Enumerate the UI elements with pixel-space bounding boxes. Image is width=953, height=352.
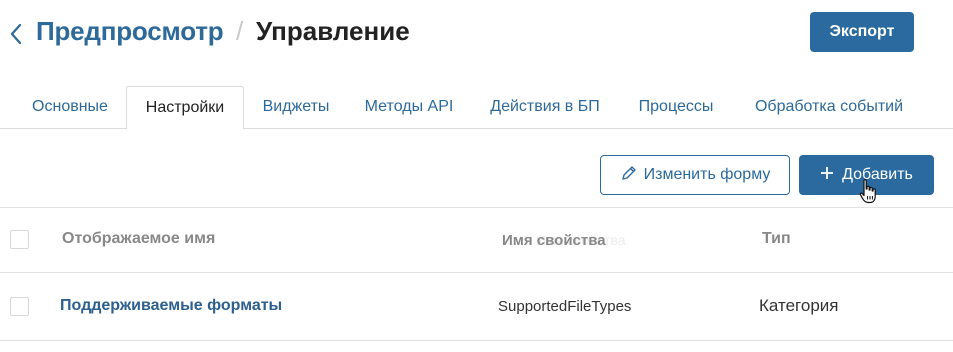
column-property-name[interactable]: Имя свойства (502, 232, 606, 249)
tab-settings[interactable]: Настройки (126, 86, 244, 129)
breadcrumb-separator: / (236, 16, 244, 46)
tab-bp-actions[interactable]: Действия в БП (476, 86, 614, 128)
page-header: Предпросмотр / Управление Экспорт (0, 0, 953, 70)
row-property-name: SupportedFileTypes (498, 298, 632, 315)
tab-event-handling[interactable]: Обработка событий (738, 86, 920, 128)
tab-processes[interactable]: Процессы (624, 86, 728, 128)
column-type[interactable]: Тип (762, 230, 791, 248)
add-label: Добавить (842, 166, 913, 183)
pencil-icon (620, 164, 638, 187)
row-checkbox[interactable] (10, 297, 29, 316)
row-type: Категория (759, 296, 839, 315)
row-display-name[interactable]: Поддерживаемые форматы (60, 297, 282, 315)
plus-icon (820, 166, 834, 185)
tab-main[interactable]: Основные (18, 86, 122, 128)
breadcrumb-parent[interactable]: Предпросмотр (36, 16, 224, 47)
edit-form-label: Изменить форму (643, 166, 771, 183)
tab-api-methods[interactable]: Методы API (352, 86, 466, 128)
tab-widgets[interactable]: Виджеты (250, 86, 342, 128)
toolbar: Изменить форму Добавить (0, 129, 953, 208)
add-button[interactable]: Добавить (799, 155, 934, 195)
tab-bar: Основные Настройки Виджеты Методы API Де… (0, 86, 953, 129)
chevron-left-icon[interactable] (8, 20, 24, 48)
table-row[interactable]: Поддерживаемые форматы SupportedFileType… (0, 273, 953, 341)
select-all-checkbox[interactable] (10, 230, 29, 249)
export-button[interactable]: Экспорт (810, 12, 914, 52)
column-display-name[interactable]: Отображаемое имя (62, 230, 215, 248)
page-title: Управление (256, 16, 410, 46)
table-header: Отображаемое имя Имя свойства Имя свойст… (0, 208, 953, 273)
edit-form-button[interactable]: Изменить форму (600, 155, 790, 195)
